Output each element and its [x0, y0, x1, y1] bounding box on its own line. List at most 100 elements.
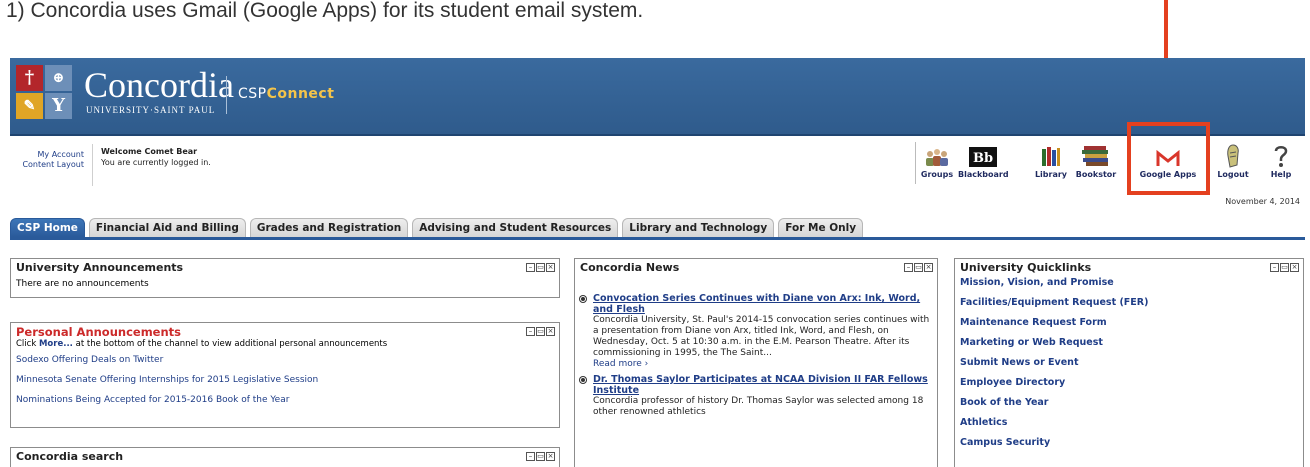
news-item-title[interactable]: Convocation Series Continues with Diane … — [593, 293, 937, 315]
logout-label: Logout — [1217, 170, 1249, 179]
news-item-text: Concordia professor of history Dr. Thoma… — [593, 396, 924, 417]
main-tabs: CSP Home Financial Aid and Billing Grade… — [10, 218, 867, 237]
panel-controls: – ▭ × — [903, 263, 933, 272]
more-link[interactable]: More... — [39, 339, 73, 349]
tab-financial-aid[interactable]: Financial Aid and Billing — [88, 218, 246, 237]
quicklink-item[interactable]: Facilities/Equipment Request (FER) — [960, 293, 1298, 313]
concordia-search-title: Concordia search — [16, 450, 124, 463]
brand-divider — [226, 76, 227, 114]
bookstore-label: Bookstor — [1075, 170, 1117, 179]
bookstore-icon — [1072, 142, 1120, 168]
maximize-icon[interactable]: ▭ — [536, 452, 545, 461]
library-label: Library — [1034, 170, 1068, 179]
close-icon[interactable]: × — [1290, 263, 1299, 272]
list-item[interactable]: Minnesota Senate Offering Internships fo… — [16, 370, 554, 390]
personal-announcements-header: Personal Announcements – ▭ × — [11, 323, 559, 339]
bookstore-tool[interactable]: Bookstor — [1072, 142, 1120, 179]
app-name: CSPConnect — [238, 86, 335, 102]
news-item: Dr. Thomas Saylor Participates at NCAA D… — [575, 374, 937, 418]
concordia-logo[interactable]: † ⊕ ✎ Y — [16, 65, 74, 121]
read-more-link[interactable]: Read more › — [593, 359, 937, 370]
minimize-icon[interactable]: – — [526, 327, 535, 336]
quicklink-item[interactable]: Marketing or Web Request — [960, 333, 1298, 353]
brand-name: Concordia — [84, 65, 234, 105]
account-links: My Account Content Layout — [10, 150, 84, 170]
close-icon[interactable]: × — [546, 263, 555, 272]
library-icon — [1032, 142, 1070, 168]
panel-controls: – ▭ × — [525, 263, 555, 272]
university-quicklinks-panel: University Quicklinks – ▭ × Mission, Visio… — [954, 258, 1304, 467]
groups-icon — [918, 142, 956, 168]
tab-csp-home[interactable]: CSP Home — [10, 218, 85, 237]
bullet-icon — [580, 377, 586, 383]
personal-announcements-title: Personal Announcements — [16, 325, 182, 339]
minimize-icon[interactable]: – — [904, 263, 913, 272]
close-icon[interactable]: × — [546, 327, 555, 336]
maximize-icon[interactable]: ▭ — [914, 263, 923, 272]
svg-text:Bb: Bb — [973, 151, 993, 166]
help-tool[interactable]: Help — [1264, 142, 1298, 179]
panel-controls: – ▭ × — [525, 327, 555, 336]
university-announcements-panel: University Announcements – ▭ × There are n… — [10, 258, 560, 298]
tab-grades-registration[interactable]: Grades and Registration — [249, 218, 409, 237]
tab-underline — [10, 237, 1305, 240]
quicklink-item[interactable]: Campus Security — [960, 433, 1298, 453]
current-date: November 4, 2014 — [1225, 197, 1300, 206]
logout-icon — [1216, 142, 1250, 168]
panel-controls: – ▭ × — [1269, 263, 1299, 272]
logged-in-text: You are currently logged in. — [101, 158, 211, 167]
quicklink-item[interactable]: Employee Directory — [960, 373, 1298, 393]
quicklink-item[interactable]: Book of the Year — [960, 393, 1298, 413]
help-label: Help — [1270, 170, 1292, 179]
quicklink-item[interactable]: Maintenance Request Form — [960, 313, 1298, 333]
concordia-news-title: Concordia News — [580, 261, 680, 274]
blackboard-label: Blackboard — [958, 170, 1009, 179]
no-announcements-text: There are no announcements — [16, 279, 149, 289]
minimize-icon[interactable]: – — [526, 263, 535, 272]
header-banner: † ⊕ ✎ Y Concordia UNIVERSITY·SAINT PAUL … — [10, 58, 1305, 136]
instruction-caption: 1) Concordia uses Gmail (Google Apps) fo… — [6, 0, 644, 22]
personal-hint: Click More... at the bottom of the chann… — [16, 339, 388, 349]
groups-label: Groups — [920, 170, 954, 179]
brand-subtitle: UNIVERSITY·SAINT PAUL — [86, 105, 216, 115]
list-item[interactable]: Sodexo Offering Deals on Twitter — [16, 350, 554, 370]
close-icon[interactable]: × — [924, 263, 933, 272]
quicklink-item[interactable]: Submit News or Event — [960, 353, 1298, 373]
university-announcements-title: University Announcements — [16, 261, 184, 274]
concordia-news-panel: Concordia News – ▭ × Convocation Series Co… — [574, 258, 938, 467]
tab-for-me-only[interactable]: For Me Only — [778, 218, 864, 237]
tab-advising-resources[interactable]: Advising and Student Resources — [412, 218, 619, 237]
tools-divider — [915, 142, 916, 184]
news-item-text: Concordia University, St. Paul's 2014-15… — [593, 315, 930, 358]
list-item[interactable]: Nominations Being Accepted for 2015-2016… — [16, 390, 554, 410]
maximize-icon[interactable]: ▭ — [536, 327, 545, 336]
university-announcements-header: University Announcements – ▭ × — [11, 259, 559, 277]
bullet-icon — [580, 296, 586, 302]
maximize-icon[interactable]: ▭ — [536, 263, 545, 272]
personal-announcements-panel: Personal Announcements – ▭ × Click More...… — [10, 322, 560, 428]
quicklinks-list: Mission, Vision, and Promise Facilities/… — [955, 273, 1303, 453]
google-apps-highlight — [1127, 122, 1210, 195]
concordia-search-header: Concordia search – ▭ × — [11, 448, 559, 466]
library-tool[interactable]: Library — [1032, 142, 1070, 179]
help-icon — [1264, 142, 1298, 168]
concordia-news-header: Concordia News – ▭ × — [575, 259, 937, 277]
welcome-block: Welcome Comet Bear You are currently log… — [101, 146, 211, 168]
my-account-link[interactable]: My Account — [10, 150, 84, 160]
blackboard-icon: Bb — [958, 142, 1008, 168]
logout-tool[interactable]: Logout — [1216, 142, 1250, 179]
personal-links: Sodexo Offering Deals on Twitter Minneso… — [11, 350, 559, 410]
quicklink-item[interactable]: Athletics — [960, 413, 1298, 433]
minimize-icon[interactable]: – — [1270, 263, 1279, 272]
news-item: Convocation Series Continues with Diane … — [575, 293, 937, 370]
groups-tool[interactable]: Groups — [918, 142, 956, 179]
tab-library-technology[interactable]: Library and Technology — [622, 218, 775, 237]
blackboard-tool[interactable]: Bb Blackboard — [958, 142, 1009, 179]
concordia-search-panel: Concordia search – ▭ × — [10, 447, 560, 467]
news-item-title[interactable]: Dr. Thomas Saylor Participates at NCAA D… — [593, 374, 937, 396]
close-icon[interactable]: × — [546, 452, 555, 461]
content-layout-link[interactable]: Content Layout — [10, 160, 84, 170]
minimize-icon[interactable]: – — [526, 452, 535, 461]
maximize-icon[interactable]: ▭ — [1280, 263, 1289, 272]
welcome-text: Welcome Comet Bear — [101, 147, 198, 156]
